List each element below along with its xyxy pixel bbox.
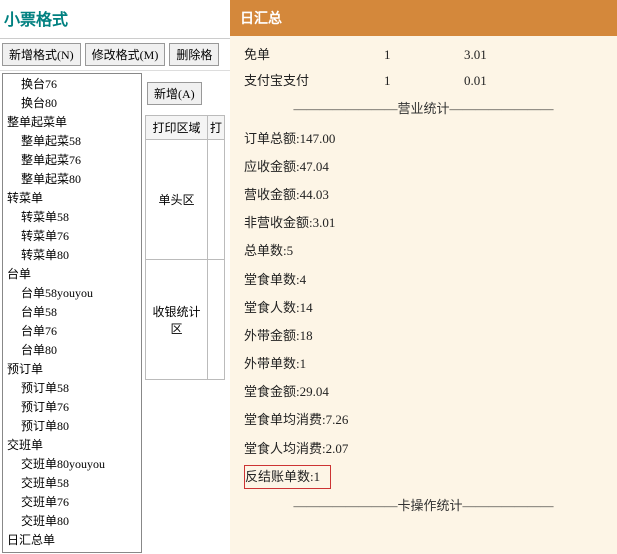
tree-item[interactable]: 转菜单58 [3, 207, 141, 226]
report-stat-line: 堂食人均消费:2.07 [244, 435, 603, 463]
preview-panel: 日汇总 免单13.01支付宝支付10.01 ――――――――营业统计――――――… [230, 0, 617, 554]
tree-item[interactable]: 整单起菜58 [3, 131, 141, 150]
area-header-cell[interactable]: 单头区 [146, 140, 208, 260]
section-divider-2: ――――――――卡操作统计――――――― [244, 491, 603, 521]
tree-group[interactable]: 转菜单 [3, 188, 141, 207]
tree-item[interactable]: 整单起菜80 [3, 169, 141, 188]
tree-item[interactable]: 换台76 [3, 74, 141, 93]
area-blank[interactable] [207, 140, 224, 260]
report-stat-line: 订单总额:147.00 [244, 125, 603, 153]
report-stat-line: 总单数:5 [244, 237, 603, 265]
tree-group[interactable]: 整单起菜单 [3, 112, 141, 131]
edit-format-button[interactable]: 修改格式(M) [85, 43, 166, 66]
tree-item[interactable]: 预订单58 [3, 378, 141, 397]
report-stat-line: 非营收金额:3.01 [244, 209, 603, 237]
print-area-table: 打印区域 打 单头区 收银统计区 [145, 115, 225, 380]
tree-item[interactable]: 台单80 [3, 340, 141, 359]
add-format-button[interactable]: 新增格式(N) [2, 43, 81, 66]
format-tree[interactable]: 换台76换台80整单起菜单整单起菜58整单起菜76整单起菜80转菜单转菜单58转… [2, 73, 142, 553]
format-toolbar: 新增格式(N) 修改格式(M) 删除格 [0, 39, 230, 71]
tree-item[interactable]: 转菜单76 [3, 226, 141, 245]
tree-item[interactable]: 预订单76 [3, 397, 141, 416]
section-divider-1: ――――――――营业统计―――――――― [244, 94, 603, 124]
tree-item[interactable]: 交班单80 [3, 511, 141, 530]
report-stat-line: 堂食人数:14 [244, 294, 603, 322]
section-toolbar: 新增(A) [145, 80, 230, 107]
delete-format-button[interactable]: 删除格 [169, 43, 219, 66]
tree-item[interactable]: 交班单58 [3, 473, 141, 492]
tree-item[interactable]: 交班单76 [3, 492, 141, 511]
report-stat-line: 外带金额:18 [244, 322, 603, 350]
area-blank[interactable] [207, 260, 224, 380]
report-stat-line: 应收金额:47.04 [244, 153, 603, 181]
report-stat-line: 堂食金额:29.04 [244, 378, 603, 406]
tree-group[interactable]: 日汇总单 [3, 530, 141, 549]
tree-item[interactable]: 换台80 [3, 93, 141, 112]
report-title: 日汇总 [230, 0, 617, 36]
tree-item[interactable]: 转菜单80 [3, 245, 141, 264]
report-payment-row: 免单13.01 [244, 42, 603, 68]
tree-group[interactable]: 预订单 [3, 359, 141, 378]
tree-item[interactable]: 日汇总单80you [3, 549, 141, 553]
tree-item[interactable]: 台单58youyou [3, 283, 141, 302]
report-stat-line: 外带单数:1 [244, 350, 603, 378]
highlight-refund-count: 反结账单数:1 [244, 465, 331, 489]
area-cashier-cell[interactable]: 收银统计区 [146, 260, 208, 380]
report-stat-line: 堂食单均消费:7.26 [244, 406, 603, 434]
report-stat-line: 营收金额:44.03 [244, 181, 603, 209]
tree-item[interactable]: 交班单80youyou [3, 454, 141, 473]
page-title: 小票格式 [0, 0, 230, 39]
tree-item[interactable]: 台单76 [3, 321, 141, 340]
report-stat-line: 堂食单数:4 [244, 266, 603, 294]
tree-group[interactable]: 交班单 [3, 435, 141, 454]
report-payment-row: 支付宝支付10.01 [244, 68, 603, 94]
tree-group[interactable]: 台单 [3, 264, 141, 283]
tree-item[interactable]: 整单起菜76 [3, 150, 141, 169]
add-section-button[interactable]: 新增(A) [147, 82, 202, 105]
tree-item[interactable]: 台单58 [3, 302, 141, 321]
col-print-area: 打印区域 [146, 116, 208, 140]
tree-item[interactable]: 预订单80 [3, 416, 141, 435]
col-print: 打 [207, 116, 224, 140]
